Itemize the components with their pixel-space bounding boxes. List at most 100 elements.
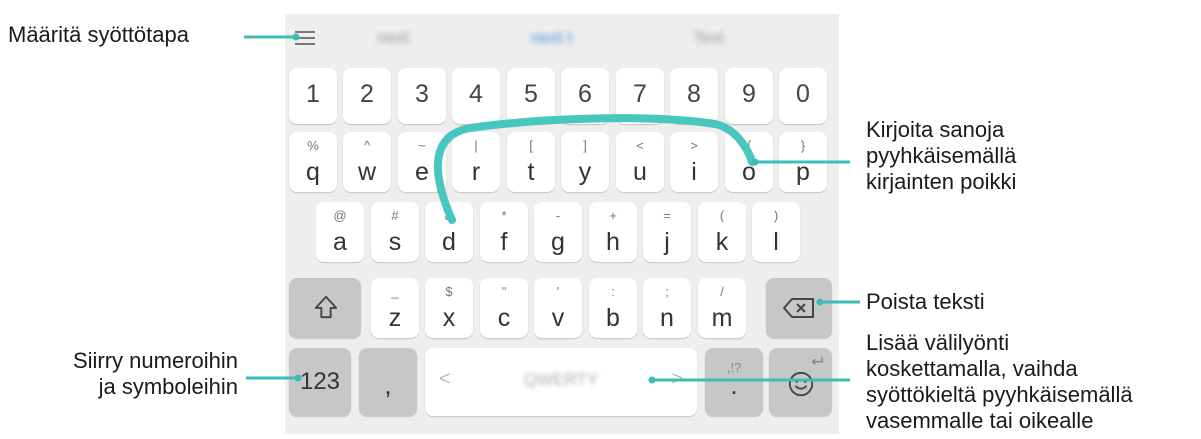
key-label: p — [796, 158, 810, 186]
key-label: u — [633, 158, 647, 186]
key-label: x — [442, 304, 456, 332]
callout-delete: Poista teksti — [866, 289, 985, 314]
key-3[interactable]: 3 — [398, 68, 446, 124]
key-label: 6 — [578, 80, 592, 108]
key-i[interactable]: > i — [670, 132, 718, 192]
key-label: l — [773, 228, 779, 256]
callout-input-method: Määritä syöttötapa — [8, 22, 189, 47]
key-label: i — [691, 158, 697, 186]
key-alt-label: ( — [719, 208, 725, 223]
key-label: 3 — [415, 80, 429, 108]
key-alt-label: ^ — [363, 138, 371, 153]
key-s[interactable]: # s — [371, 202, 419, 262]
shift-icon — [314, 295, 338, 319]
key-alt-label: ; — [665, 284, 669, 299]
key-x[interactable]: $ x — [425, 278, 473, 338]
key-g[interactable]: -g — [534, 202, 582, 262]
key-8[interactable]: 8 — [670, 68, 718, 124]
callout-symbols: Siirry numeroihin ja symboleihin — [0, 348, 238, 400]
period-key[interactable]: ,!? . — [705, 348, 763, 416]
menu-icon[interactable] — [293, 26, 317, 50]
key-alt-label: + — [609, 208, 617, 223]
smiley-icon — [788, 371, 814, 397]
key-alt-label: } — [800, 138, 806, 153]
symbols-key-label: 123 — [299, 368, 341, 395]
key-label: z — [388, 304, 402, 332]
key-t[interactable]: [t — [507, 132, 555, 192]
key-alt-label: % — [307, 138, 319, 153]
suggestion-2[interactable]: next t — [531, 28, 573, 48]
key-6[interactable]: 6 — [561, 68, 609, 124]
callout-swipe-line-3: kirjainten poikki — [866, 169, 1017, 194]
key-j[interactable]: = j — [643, 202, 691, 262]
key-v[interactable]: ' v — [534, 278, 582, 338]
key-m[interactable]: / m — [698, 278, 746, 338]
key-5[interactable]: 5 — [507, 68, 555, 124]
space-key[interactable]: < QWERTY > — [425, 348, 697, 416]
key-label: j — [664, 228, 670, 256]
key-label: g — [551, 228, 565, 256]
callout-space-line-3: syöttökieltä pyyhkäisemällä — [866, 382, 1133, 407]
key-label: 2 — [360, 80, 374, 108]
key-n[interactable]: ; n — [643, 278, 691, 338]
comma-key-label: , — [384, 370, 392, 400]
key-label: b — [606, 304, 620, 332]
shift-key[interactable] — [289, 278, 361, 338]
suggestion-3[interactable]: Text — [693, 28, 724, 48]
key-label: n — [660, 304, 674, 332]
keyboard: next next t Text 1 2 3 4 5 6 7 8 9 0 % q … — [285, 14, 839, 434]
key-d[interactable]: & d — [425, 202, 473, 262]
backspace-icon — [783, 298, 814, 318]
key-2[interactable]: 2 — [343, 68, 391, 124]
key-k[interactable]: (k — [698, 202, 746, 262]
key-f[interactable]: * f — [480, 202, 528, 262]
key-label: y — [578, 158, 592, 186]
key-label: 9 — [742, 80, 756, 108]
key-label: f — [500, 228, 508, 256]
key-alt-label: - — [555, 208, 561, 223]
key-r[interactable]: | r — [452, 132, 500, 192]
key-q[interactable]: % q — [289, 132, 337, 192]
key-o[interactable]: {o — [725, 132, 773, 192]
key-alt-label: > — [690, 138, 698, 153]
callout-swipe: Kirjoita sanoja pyyhkäisemällä kirjainte… — [866, 117, 1016, 195]
key-l[interactable]: ) l — [752, 202, 800, 262]
key-c[interactable]: " c — [480, 278, 528, 338]
key-alt-label: { — [746, 138, 752, 153]
key-label: d — [442, 228, 456, 256]
callout-swipe-line-2: pyyhkäisemällä — [866, 143, 1017, 168]
comma-key[interactable]: , — [359, 348, 417, 416]
key-7[interactable]: 7 — [616, 68, 664, 124]
key-a[interactable]: @ a — [316, 202, 364, 262]
symbols-key[interactable]: 123 — [289, 348, 351, 416]
key-0[interactable]: 0 — [779, 68, 827, 124]
key-alt-label: ' — [556, 284, 560, 299]
suggestion-1[interactable]: next — [377, 28, 409, 48]
key-e[interactable]: ~ e — [398, 132, 446, 192]
key-h[interactable]: + h — [589, 202, 637, 262]
key-1[interactable]: 1 — [289, 68, 337, 124]
key-z[interactable]: _ z — [371, 278, 419, 338]
key-w[interactable]: ^ w — [343, 132, 391, 192]
key-alt-label: # — [391, 208, 399, 223]
key-alt-label: / — [720, 284, 724, 299]
key-b[interactable]: :b — [589, 278, 637, 338]
key-u[interactable]: < u — [616, 132, 664, 192]
emoji-key[interactable] — [769, 348, 832, 416]
backspace-key[interactable] — [766, 278, 832, 338]
callout-space-line-2: koskettamalla, vaihda — [866, 356, 1078, 381]
key-alt-label: & — [444, 208, 454, 223]
enter-icon — [812, 356, 823, 365]
key-label: w — [357, 158, 377, 186]
key-p[interactable]: } p — [779, 132, 827, 192]
key-alt-label: $ — [445, 284, 453, 299]
key-4[interactable]: 4 — [452, 68, 500, 124]
key-label: 4 — [469, 80, 483, 108]
key-label: k — [715, 228, 729, 256]
key-label: a — [333, 228, 347, 256]
key-alt-label: " — [501, 284, 507, 299]
key-y[interactable]: ] y — [561, 132, 609, 192]
key-alt-label: _ — [391, 284, 399, 299]
key-9[interactable]: 9 — [725, 68, 773, 124]
key-alt-label: ] — [583, 138, 587, 153]
